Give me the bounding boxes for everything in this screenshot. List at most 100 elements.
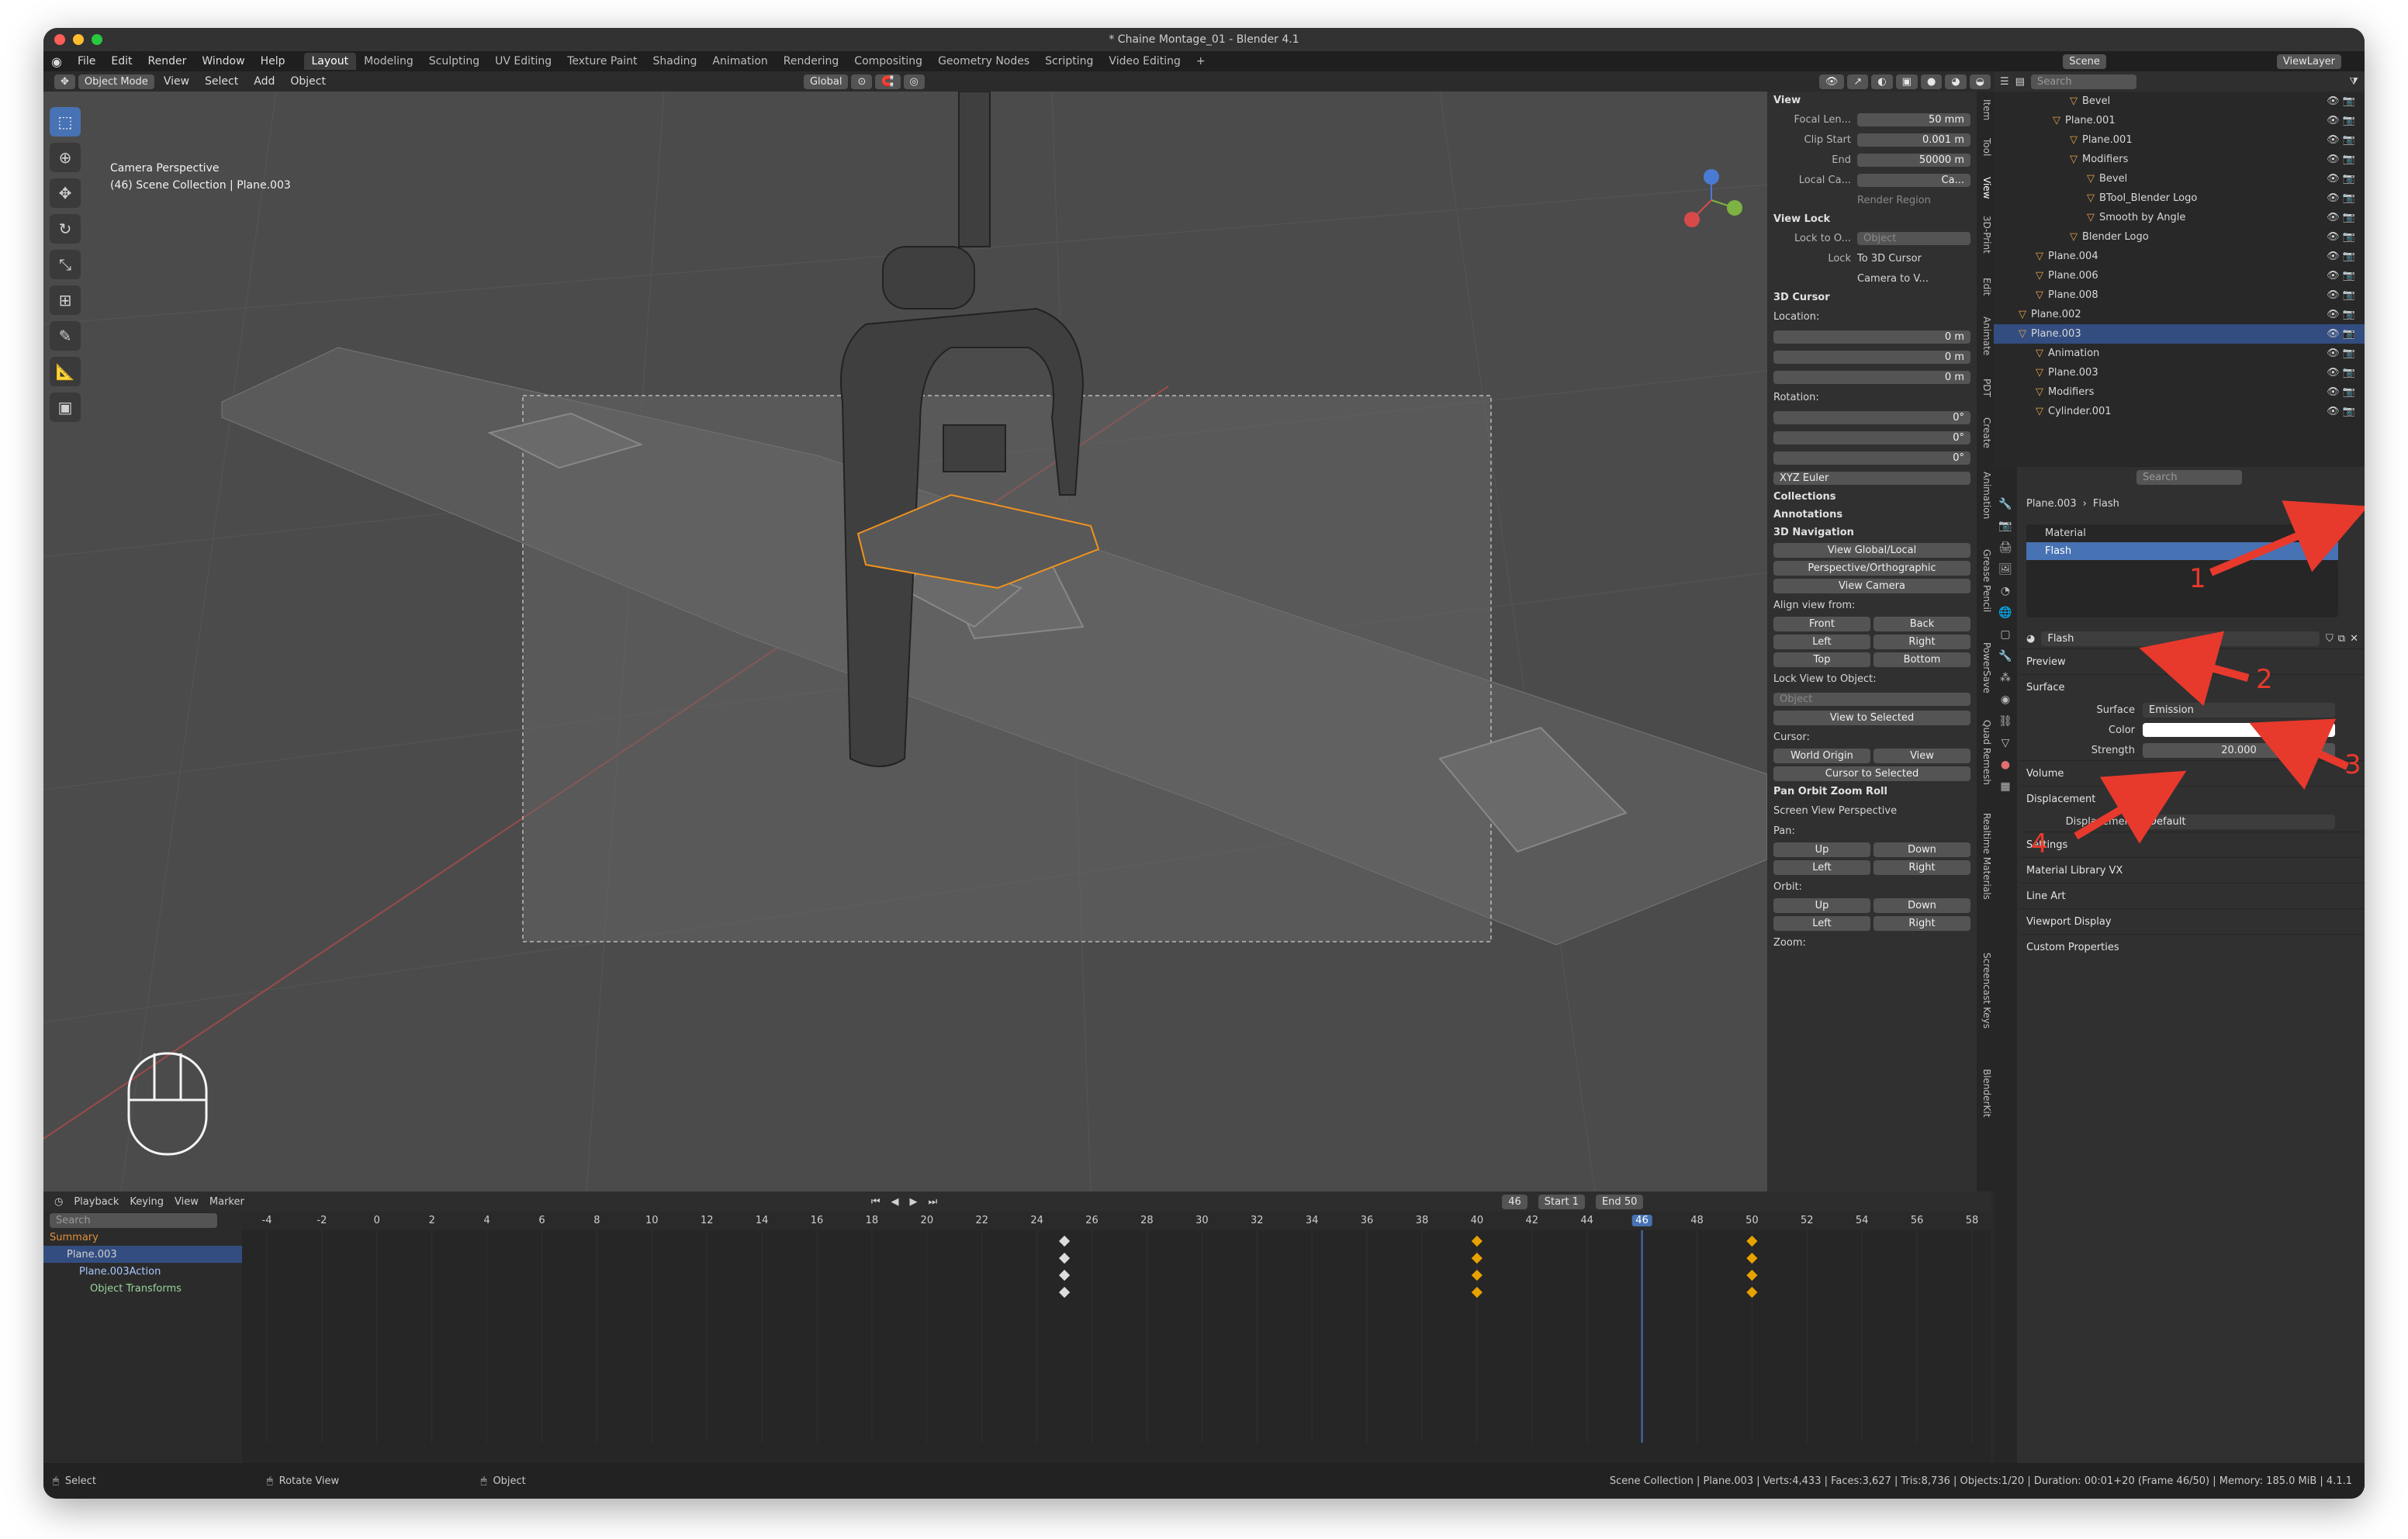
transform-orientation-dropdown[interactable]: Global: [803, 74, 849, 89]
viewport-menu-view[interactable]: View: [157, 75, 195, 88]
color-swatch[interactable]: [2143, 723, 2335, 737]
object-props-icon[interactable]: ▢: [2000, 628, 2010, 641]
material-browse-icon[interactable]: ◕: [2026, 633, 2035, 645]
tab-grease-pencil[interactable]: Grease Pencil: [1978, 549, 1992, 612]
current-frame-field[interactable]: 46: [1502, 1194, 1527, 1209]
outliner-row[interactable]: ▽ Plane.004 👁 📷: [1994, 247, 2365, 266]
focal-length-field[interactable]: 50 mm: [1857, 112, 1970, 126]
pan-right-button[interactable]: Right: [1873, 860, 1970, 875]
material-library-section[interactable]: Material Library VX: [2020, 857, 2365, 883]
tab-pdt[interactable]: PDT: [1978, 379, 1992, 397]
rotation-mode-dropdown[interactable]: XYZ Euler: [1773, 471, 1970, 485]
channel-action[interactable]: Plane.003Action: [43, 1263, 242, 1280]
proportional-edit-icon[interactable]: ◎: [903, 74, 925, 89]
outliner-row[interactable]: ▽ Plane.008 👁 📷: [1994, 285, 2365, 305]
world-origin-button[interactable]: World Origin: [1773, 749, 1870, 763]
display-mode-icon[interactable]: ▤: [2015, 76, 2025, 88]
visibility-toggle-icon[interactable]: 👁 📷: [2327, 367, 2355, 379]
outliner-row[interactable]: ▽ Modifiers 👁 📷: [1994, 150, 2365, 169]
tab-tool[interactable]: Tool: [1978, 138, 1992, 156]
channel-object[interactable]: Plane.003: [43, 1246, 242, 1263]
material-slot-item[interactable]: Material: [2026, 524, 2338, 542]
lock-to-field[interactable]: Object: [1857, 231, 1970, 245]
render-region-checkbox[interactable]: Render Region: [1857, 195, 1931, 206]
menu-window[interactable]: Window: [194, 55, 252, 67]
3d-cursor-section-title[interactable]: 3D Cursor: [1767, 289, 1977, 306]
view-global-local-button[interactable]: View Global/Local: [1773, 543, 1970, 558]
start-frame-field[interactable]: Start 1: [1538, 1194, 1585, 1209]
outliner-row[interactable]: ▽ Plane.006 👁 📷: [1994, 266, 2365, 285]
visibility-toggle-icon[interactable]: 👁 📷: [2327, 309, 2355, 320]
workspace-tab-texture-paint[interactable]: Texture Paint: [559, 53, 645, 70]
workspace-tab-layout[interactable]: Layout: [303, 53, 357, 70]
cursor-y-field[interactable]: 0 m: [1773, 350, 1970, 364]
outliner-row[interactable]: ▽ Blender Logo 👁 📷: [1994, 227, 2365, 247]
left-view-button[interactable]: Left: [1773, 635, 1870, 649]
outliner-row[interactable]: ▽ Plane.003 👁 📷: [1994, 363, 2365, 382]
timeline-search-input[interactable]: Search: [50, 1212, 217, 1228]
properties-search-input[interactable]: Search: [2136, 469, 2242, 485]
visibility-toggle-icon[interactable]: 👁 📷: [2327, 115, 2355, 126]
workspace-tab-modeling[interactable]: Modeling: [356, 53, 421, 70]
tab-animation[interactable]: Animation: [1978, 472, 1992, 519]
keyframe-marker[interactable]: [1059, 1235, 1071, 1247]
keyframe-marker[interactable]: [1746, 1235, 1758, 1247]
keyframe-marker[interactable]: [1471, 1269, 1483, 1281]
tab-realtime-materials[interactable]: Realtime Materials: [1978, 813, 1992, 900]
data-props-icon[interactable]: ▽: [2001, 737, 2010, 749]
displacement-field[interactable]: Default: [2143, 814, 2335, 829]
output-props-icon[interactable]: 🖨: [1998, 541, 2012, 554]
orbit-right-button[interactable]: Right: [1873, 916, 1970, 931]
tab-view[interactable]: View: [1978, 177, 1992, 199]
world-props-icon[interactable]: 🌐: [1998, 607, 2012, 619]
physics-props-icon[interactable]: ◉: [2001, 693, 2010, 706]
rotate-tool-icon[interactable]: ↻: [50, 214, 81, 244]
surface-section[interactable]: Surface: [2020, 674, 2365, 700]
cursor-ry-field[interactable]: 0°: [1773, 431, 1970, 444]
outliner-row[interactable]: ▽ Plane.001 👁 📷: [1994, 130, 2365, 150]
keyframe-marker[interactable]: [1471, 1252, 1483, 1264]
menu-edit[interactable]: Edit: [103, 55, 140, 67]
cursor-tool-icon[interactable]: ⊕: [50, 143, 81, 172]
end-frame-field[interactable]: End 50: [1595, 1194, 1644, 1209]
tab-blenderkit[interactable]: BlenderKit: [1978, 1069, 1992, 1117]
add-workspace-button[interactable]: +: [1188, 53, 1213, 70]
scene-selector[interactable]: Scene: [2063, 54, 2106, 69]
channel-summary[interactable]: Summary: [43, 1229, 242, 1246]
texture-props-icon[interactable]: ▦: [2000, 780, 2010, 793]
shading-solid-icon[interactable]: ●: [1920, 74, 1943, 89]
tool-settings-icon[interactable]: 🔧: [1998, 498, 2012, 510]
pivot-icon[interactable]: ⊙: [851, 74, 873, 89]
measure-tool-icon[interactable]: 📐: [50, 357, 81, 386]
bottom-view-button[interactable]: Bottom: [1873, 652, 1970, 667]
settings-section[interactable]: Settings: [2020, 832, 2365, 857]
workspace-tab-rendering[interactable]: Rendering: [776, 53, 847, 70]
material-slot-item-active[interactable]: Flash: [2026, 542, 2338, 560]
volume-section[interactable]: Volume: [2020, 760, 2365, 786]
clip-end-field[interactable]: 50000 m: [1857, 153, 1970, 167]
workspace-tab-video-editing[interactable]: Video Editing: [1101, 53, 1188, 70]
timeline-menu-view[interactable]: View: [175, 1196, 199, 1208]
view-camera-button[interactable]: View Camera: [1773, 579, 1970, 593]
outliner-row[interactable]: ▽ Bevel 👁 📷: [1994, 92, 2365, 111]
close-window-button[interactable]: [54, 34, 65, 45]
3d-navigation-section-title[interactable]: 3D Navigation: [1767, 524, 1977, 541]
visibility-toggle-icon[interactable]: 👁 📷: [2327, 231, 2355, 243]
tab-animate[interactable]: Animate: [1978, 316, 1992, 355]
outliner-row[interactable]: ▽ Modifiers 👁 📷: [1994, 382, 2365, 402]
gizmo-icon[interactable]: ↗: [1847, 74, 1869, 89]
keyframe-marker[interactable]: [1059, 1286, 1071, 1299]
modifier-props-icon[interactable]: 🔧: [1998, 650, 2012, 662]
persp-ortho-button[interactable]: Perspective/Orthographic: [1773, 561, 1970, 576]
keyframe-marker[interactable]: [1059, 1252, 1071, 1264]
visibility-toggle-icon[interactable]: 👁 📷: [2327, 134, 2355, 146]
top-view-button[interactable]: Top: [1773, 652, 1870, 667]
strength-field[interactable]: 20.000: [2143, 742, 2335, 758]
workspace-tab-animation[interactable]: Animation: [704, 53, 775, 70]
outliner-row[interactable]: ▽ Plane.001 👁 📷: [1994, 111, 2365, 130]
filter-icon[interactable]: ⧩: [2349, 76, 2358, 88]
workspace-tab-shading[interactable]: Shading: [645, 53, 705, 70]
viewport-display-section[interactable]: Viewport Display: [2020, 908, 2365, 934]
back-view-button[interactable]: Back: [1873, 617, 1970, 631]
shading-rendered-icon[interactable]: ◒: [1969, 74, 1991, 89]
